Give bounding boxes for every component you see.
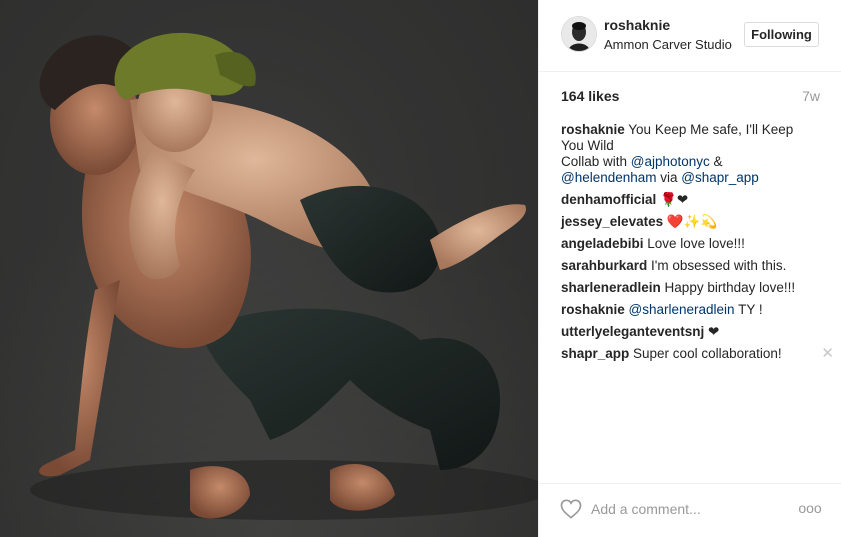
heart-outline-icon[interactable] — [560, 499, 582, 519]
comment-text: Super cool collaboration! — [629, 346, 782, 361]
post-age[interactable]: 7w — [802, 88, 820, 104]
comment-username[interactable]: jessey_elevates — [561, 214, 663, 229]
mention-link[interactable]: @ajphotonyc — [631, 154, 710, 169]
comment-text: & — [709, 154, 723, 169]
comment-item: jessey_elevates ❤️✨💫 — [561, 214, 826, 230]
comment-list: roshaknie You Keep Me safe, I'll Keep Yo… — [561, 122, 834, 368]
comment-text: Love love love!!! — [643, 236, 745, 251]
comment-item: angeladebibi Love love love!!! — [561, 236, 826, 252]
comment-text: 🌹❤ — [656, 192, 689, 207]
comment-text: Happy birthday love!!! — [660, 280, 796, 295]
comment-item: denhamofficial 🌹❤ — [561, 192, 826, 208]
delete-comment-icon[interactable]: ✕ — [821, 346, 834, 362]
comment-text: via — [656, 170, 682, 185]
mention-link[interactable]: @helendenham — [561, 170, 657, 185]
avatar[interactable] — [561, 16, 597, 52]
comment-text: Collab with — [561, 154, 631, 169]
comment-username[interactable]: roshaknie — [561, 302, 625, 317]
comment-item: sharleneradlein Happy birthday love!!! — [561, 280, 826, 296]
post-username[interactable]: roshaknie — [604, 17, 670, 33]
comment-item: roshaknie @sharleneradlein TY ! — [561, 302, 826, 318]
comment-username[interactable]: shapr_app — [561, 346, 629, 361]
mention-link[interactable]: @shapr_app — [681, 170, 759, 185]
more-options-icon[interactable]: ooo — [797, 497, 823, 519]
post-header: roshaknie Ammon Carver Studio Following — [539, 0, 841, 72]
comment-item: utterlyeleganteventsnj ❤ — [561, 324, 826, 340]
likes-row: 164 likes 7w — [561, 88, 820, 106]
comment-username[interactable]: sarahburkard — [561, 258, 647, 273]
profile-photo — [562, 17, 596, 51]
comment-item: shapr_app Super cool collaboration! ✕ — [561, 346, 834, 362]
comment-text: ❤️✨💫 — [663, 214, 718, 229]
caption-line: Collab with @ajphotonyc & — [561, 154, 826, 170]
mention-link[interactable]: @sharleneradlein — [629, 302, 735, 317]
post-location[interactable]: Ammon Carver Studio — [604, 37, 734, 52]
comment-text: I'm obsessed with this. — [647, 258, 787, 273]
comment-username[interactable]: sharleneradlein — [561, 280, 661, 295]
comment-username[interactable]: utterlyeleganteventsnj — [561, 324, 704, 339]
add-comment-input[interactable] — [591, 497, 791, 521]
comment-text: TY ! — [734, 302, 763, 317]
caption-line: @helendenham via @shapr_app — [561, 170, 826, 186]
post-info-panel: roshaknie Ammon Carver Studio Following … — [538, 0, 841, 537]
post-photo[interactable] — [0, 0, 538, 537]
post-footer: ooo — [539, 483, 841, 537]
caption: roshaknie You Keep Me safe, I'll Keep Yo… — [561, 122, 826, 154]
comment-item: sarahburkard I'm obsessed with this. — [561, 258, 826, 274]
following-button[interactable]: Following — [744, 22, 819, 47]
comment-username[interactable]: denhamofficial — [561, 192, 656, 207]
comment-text: ❤ — [704, 324, 720, 339]
likes-count[interactable]: 164 likes — [561, 88, 619, 104]
post-photo-illustration — [0, 0, 538, 537]
comment-username[interactable]: roshaknie — [561, 122, 625, 137]
comment-username[interactable]: angeladebibi — [561, 236, 644, 251]
